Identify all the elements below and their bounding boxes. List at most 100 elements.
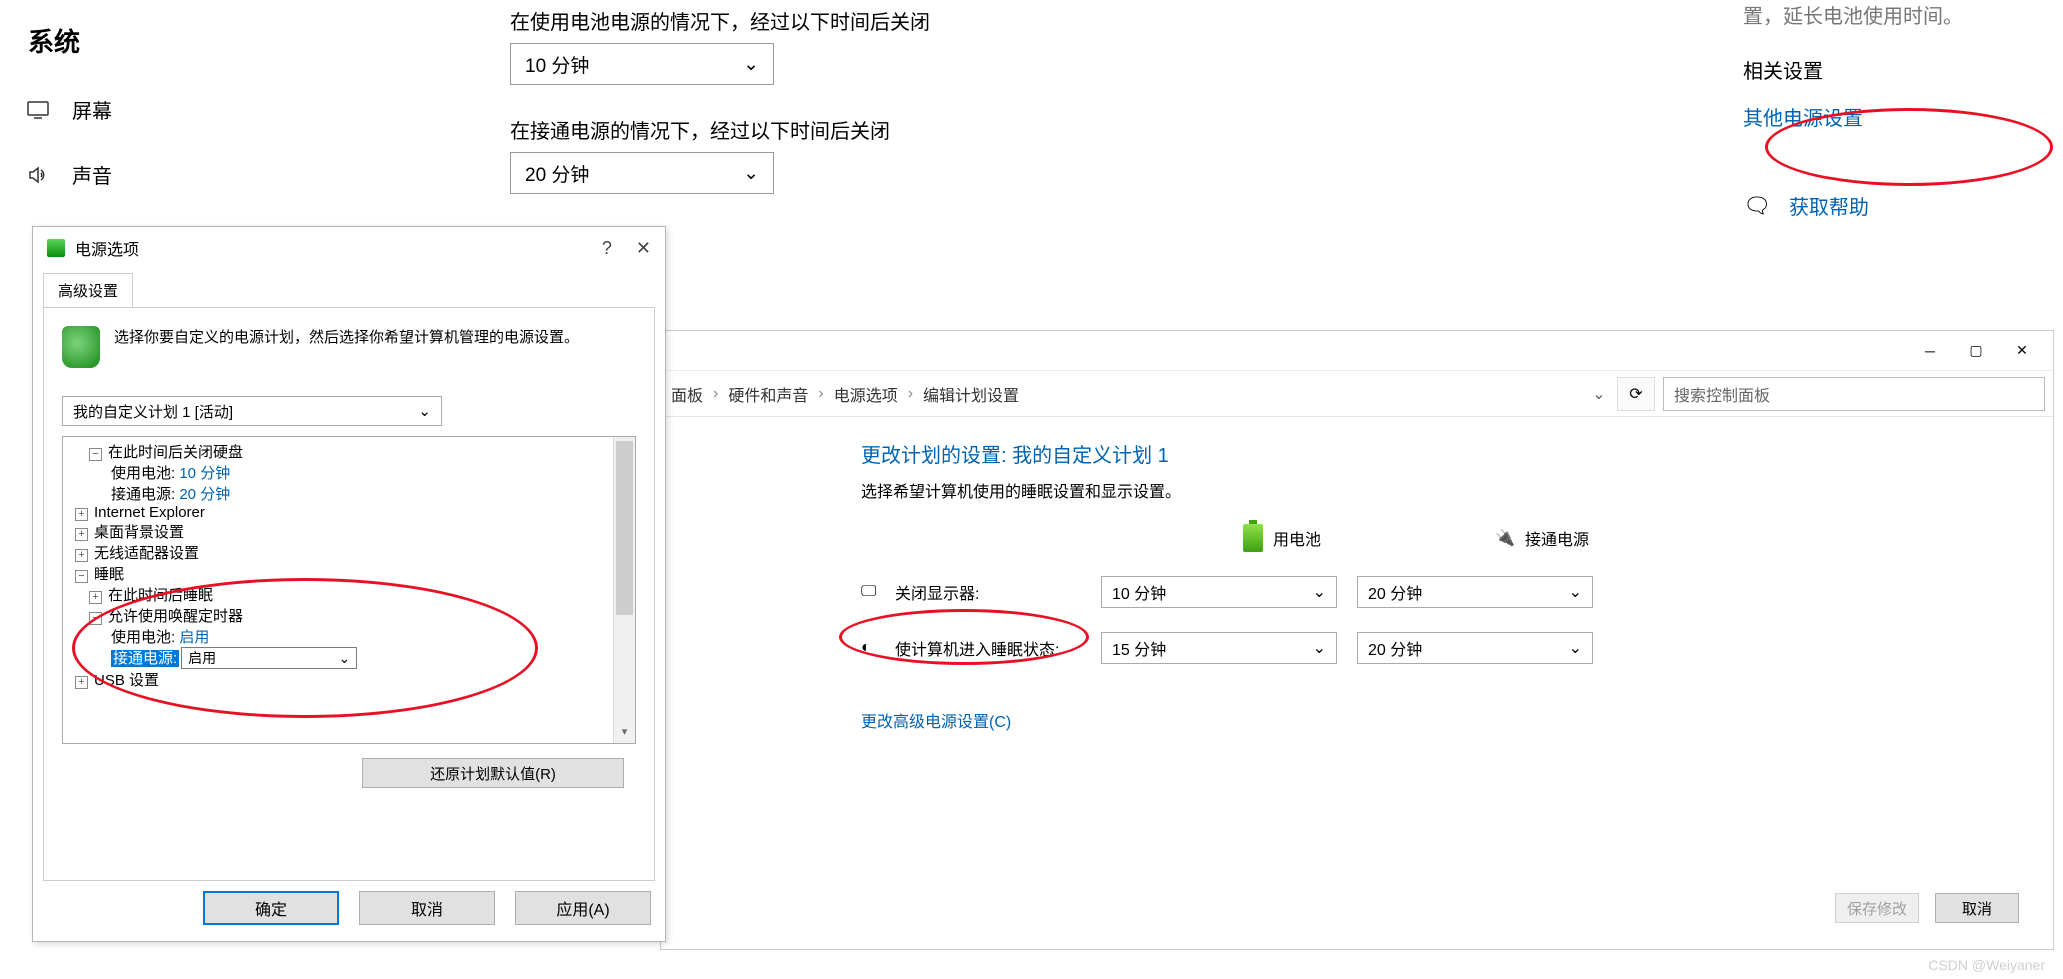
chevron-down-icon: ⌄: [743, 162, 759, 185]
battery-turnoff-label: 在使用电池电源的情况下，经过以下时间后关闭: [510, 6, 1673, 35]
tree-node-harddisk[interactable]: −在此时间后关闭硬盘: [65, 441, 629, 462]
breadcrumb-sep: ›: [818, 385, 823, 403]
sidebar-item-label: 声音: [72, 160, 112, 189]
moon-icon: ◐: [861, 639, 885, 657]
breadcrumb-item[interactable]: 面板: [671, 382, 703, 406]
battery-turnoff-select[interactable]: 10 分钟 ⌄: [510, 43, 774, 85]
battery-icon: [1243, 524, 1263, 552]
tree-node-hd-battery[interactable]: 使用电池: 10 分钟: [65, 462, 629, 483]
sleep-battery-select[interactable]: 15 分钟⌄: [1101, 632, 1337, 664]
chevron-down-icon: ⌄: [1569, 638, 1582, 658]
scroll-down-icon[interactable]: ▾: [614, 721, 635, 743]
expand-icon[interactable]: +: [89, 591, 102, 604]
node-label: 在此时间后关闭硬盘: [108, 444, 243, 461]
breadcrumb-chevron[interactable]: ⌄: [1581, 377, 1617, 411]
power-plan-select[interactable]: 我的自定义计划 1 [活动] ⌄: [62, 396, 442, 426]
search-input[interactable]: 搜索控制面板: [1663, 377, 2045, 411]
refresh-button[interactable]: ⟳: [1617, 377, 1655, 411]
node-value[interactable]: 启用: [179, 629, 209, 646]
select-value: 20 分钟: [1368, 636, 1422, 660]
select-value: 20 分钟: [1368, 580, 1422, 604]
related-settings: 置，延长电池使用时间。 相关设置 其他电源设置 🗨 获取帮助: [1743, 0, 2023, 220]
tree-node-ie[interactable]: +Internet Explorer: [65, 504, 629, 521]
expand-icon[interactable]: +: [75, 549, 88, 562]
tree-node-sleep[interactable]: −睡眠: [65, 563, 629, 584]
tree-node-wireless[interactable]: + 无线适配器设置: [65, 542, 629, 563]
breadcrumb-item[interactable]: 硬件和声音: [728, 382, 808, 406]
dialog-tabbar: 高级设置: [33, 273, 665, 307]
plug-icon: 🔌: [1495, 528, 1515, 548]
scroll-thumb[interactable]: [616, 441, 633, 615]
collapse-icon[interactable]: −: [89, 612, 102, 625]
sleep-plugged-select[interactable]: 20 分钟 ⌄: [1357, 632, 1593, 664]
restore-defaults-button[interactable]: 还原计划默认值(R): [362, 758, 624, 788]
select-value: 20 分钟: [525, 160, 589, 187]
speaker-icon: [26, 166, 50, 184]
expand-icon[interactable]: +: [75, 676, 88, 689]
advanced-power-settings-link[interactable]: 更改高级电源设置(C): [861, 708, 1011, 732]
other-power-settings-link[interactable]: 其他电源设置: [1743, 102, 2023, 131]
row-label: 关闭显示器:: [895, 580, 1101, 604]
breadcrumb-item[interactable]: 电源选项: [834, 382, 898, 406]
node-label: 睡眠: [94, 566, 124, 583]
settings-main: 在使用电池电源的情况下，经过以下时间后关闭 10 分钟 ⌄ 在接通电源的情况下，…: [510, 0, 1673, 224]
tree-scrollbar[interactable]: ▴ ▾: [613, 437, 635, 743]
maximize-button[interactable]: ▢: [1953, 335, 1999, 367]
breadcrumb[interactable]: 面板› 硬件和声音› 电源选项› 编辑计划设置: [661, 382, 1019, 406]
tree-node-sleep-after[interactable]: +在此时间后睡眠: [65, 584, 629, 605]
node-label: 桌面背景设置: [94, 524, 184, 541]
display-battery-select[interactable]: 10 分钟⌄: [1101, 576, 1337, 608]
dialog-body: 选择你要自定义的电源计划，然后选择你希望计算机管理的电源设置。 我的自定义计划 …: [43, 307, 655, 881]
collapse-icon[interactable]: −: [75, 570, 88, 583]
tree-node-wake-ac[interactable]: 接通电源:启用⌄: [65, 647, 629, 669]
close-button[interactable]: ✕: [636, 238, 651, 259]
save-button[interactable]: 保存修改: [1835, 893, 1919, 923]
node-value[interactable]: 10 分钟: [179, 465, 230, 482]
minimize-button[interactable]: ─: [1907, 335, 1953, 367]
tree-node-desktop-bg[interactable]: + 桌面背景设置: [65, 521, 629, 542]
select-value: 启用: [188, 648, 216, 668]
display-plugged-select[interactable]: 20 分钟 ⌄: [1357, 576, 1593, 608]
node-label: 无线适配器设置: [94, 545, 199, 562]
chevron-down-icon: ⌄: [1313, 638, 1326, 658]
window-titlebar: ─ ▢ ✕: [661, 331, 2053, 371]
help-button[interactable]: ?: [602, 238, 612, 259]
search-placeholder: 搜索控制面板: [1674, 382, 1770, 406]
sidebar-item-sound[interactable]: 声音: [0, 142, 370, 207]
ok-button[interactable]: 确定: [203, 891, 339, 925]
tree-node-wake-battery[interactable]: 使用电池: 启用: [65, 626, 629, 647]
sidebar-item-display[interactable]: 屏幕: [0, 77, 370, 142]
get-help-link[interactable]: 获取帮助: [1789, 191, 1869, 220]
node-label: 使用电池:: [111, 465, 175, 482]
collapse-icon[interactable]: −: [89, 448, 102, 461]
expand-icon[interactable]: +: [75, 508, 88, 521]
plugged-turnoff-select[interactable]: 20 分钟 ⌄: [510, 152, 774, 194]
tree-node-hd-ac[interactable]: 接通电源: 20 分钟: [65, 483, 629, 504]
expand-icon[interactable]: +: [75, 528, 88, 541]
sleep-row: ◐ 使计算机进入睡眠状态: 15 分钟⌄ 20 分钟⌄: [861, 632, 2033, 664]
battery-column-header: 用电池: [1243, 524, 1321, 552]
node-value[interactable]: 20 分钟: [179, 486, 230, 503]
column-headers: 用电池 🔌 接通电源: [1243, 524, 2033, 552]
cancel-button[interactable]: 取消: [1935, 893, 2019, 923]
cancel-button[interactable]: 取消: [359, 891, 495, 925]
advanced-settings-tree[interactable]: −在此时间后关闭硬盘 使用电池: 10 分钟 接通电源: 20 分钟 +Inte…: [62, 436, 636, 744]
apply-button[interactable]: 应用(A): [515, 891, 651, 925]
node-label: 使用电池:: [111, 629, 175, 646]
close-button[interactable]: ✕: [1999, 335, 2045, 367]
wake-ac-select[interactable]: 启用⌄: [181, 647, 357, 669]
select-value: 10 分钟: [525, 51, 589, 78]
control-panel-window: ─ ▢ ✕ 面板› 硬件和声音› 电源选项› 编辑计划设置 ⌄ ⟳ 搜索控制面板…: [660, 330, 2054, 950]
tree-node-usb[interactable]: +USB 设置: [65, 669, 629, 690]
cp-subheading: 选择希望计算机使用的睡眠设置和显示设置。: [861, 478, 2033, 502]
tree-node-wake-timers[interactable]: −允许使用唤醒定时器: [65, 605, 629, 626]
node-label: 允许使用唤醒定时器: [108, 608, 243, 625]
related-heading: 相关设置: [1743, 55, 2023, 84]
monitor-icon: [26, 101, 50, 119]
col-label: 用电池: [1273, 526, 1321, 550]
chevron-down-icon: ⌄: [1569, 582, 1582, 602]
tab-advanced-settings[interactable]: 高级设置: [43, 273, 133, 307]
plugged-column-header: 🔌 接通电源: [1495, 526, 1589, 550]
select-value: 10 分钟: [1112, 580, 1166, 604]
breadcrumb-item[interactable]: 编辑计划设置: [923, 382, 1019, 406]
